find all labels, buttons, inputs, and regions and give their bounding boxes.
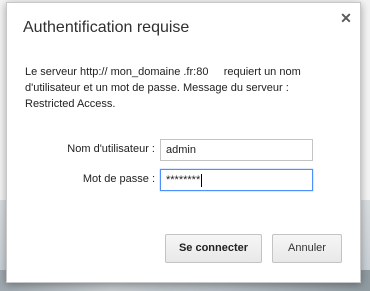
password-input[interactable]: ******** — [160, 169, 313, 191]
server-message-line-2: d'utilisateur et un mot de passe. Messag… — [25, 82, 289, 94]
password-row: Mot de passe : ******** — [7, 169, 362, 191]
close-icon[interactable]: ✕ — [339, 11, 353, 25]
login-button[interactable]: Se connecter — [165, 234, 262, 263]
cancel-button[interactable]: Annuler — [272, 234, 342, 263]
password-label: Mot de passe : — [82, 173, 155, 185]
dialog-title: Authentification requise — [23, 19, 190, 36]
username-value: admin — [166, 144, 196, 156]
server-message-line-1: Le serveur http:// mon_domaine .fr:80 re… — [25, 66, 301, 78]
text-caret — [201, 173, 203, 187]
server-message-line-3: Restricted Access. — [25, 98, 116, 110]
server-message: Le serveur http:// mon_domaine .fr:80 re… — [25, 64, 345, 112]
password-value: ******** — [166, 174, 201, 186]
username-row: Nom d'utilisateur : admin — [7, 139, 362, 161]
username-input[interactable]: admin — [160, 139, 313, 161]
username-label: Nom d'utilisateur : — [67, 143, 155, 155]
auth-dialog: Authentification requise ✕ Le serveur ht… — [6, 2, 361, 283]
